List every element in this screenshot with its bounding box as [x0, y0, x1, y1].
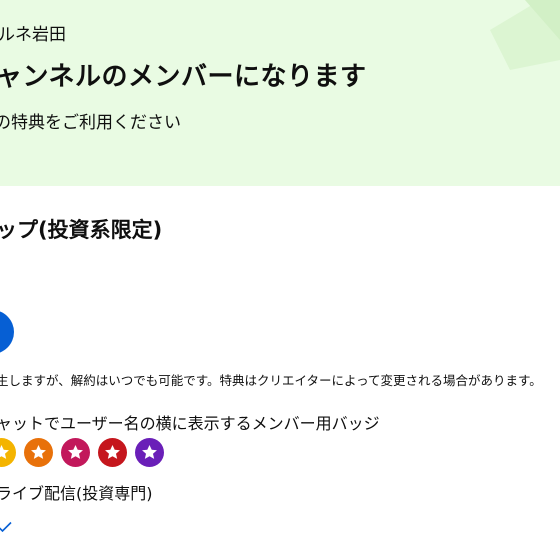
banner-decoration [490, 0, 560, 70]
member-badges [0, 438, 164, 467]
star-badge-icon [98, 438, 127, 467]
tier-title: ップ(投資系限定) [0, 218, 163, 242]
page-subtitle: の特典をご利用ください [0, 113, 181, 133]
billing-notice: 生しますが、解約はいつでも可能です。特典はクリエイターによって変更される場合があ… [0, 373, 542, 388]
star-badge-icon [24, 438, 53, 467]
membership-header-banner: ルネ岩田 ャンネルのメンバーになります の特典をご利用ください [0, 0, 560, 186]
star-badge-icon [0, 438, 16, 467]
perk-live-label: ライブ配信(投資専門) [0, 484, 153, 503]
perk-badge-label: ャットでユーザー名の横に表示するメンバー用バッジ [0, 414, 380, 433]
membership-dialog: ルネ岩田 ャンネルのメンバーになります の特典をご利用ください ップ(投資系限定… [0, 0, 560, 560]
channel-name: ルネ岩田 [0, 25, 66, 45]
check-icon [0, 521, 12, 533]
star-badge-icon [61, 438, 90, 467]
page-title: ャンネルのメンバーになります [0, 62, 367, 92]
join-button[interactable] [0, 310, 14, 354]
star-badge-icon [135, 438, 164, 467]
